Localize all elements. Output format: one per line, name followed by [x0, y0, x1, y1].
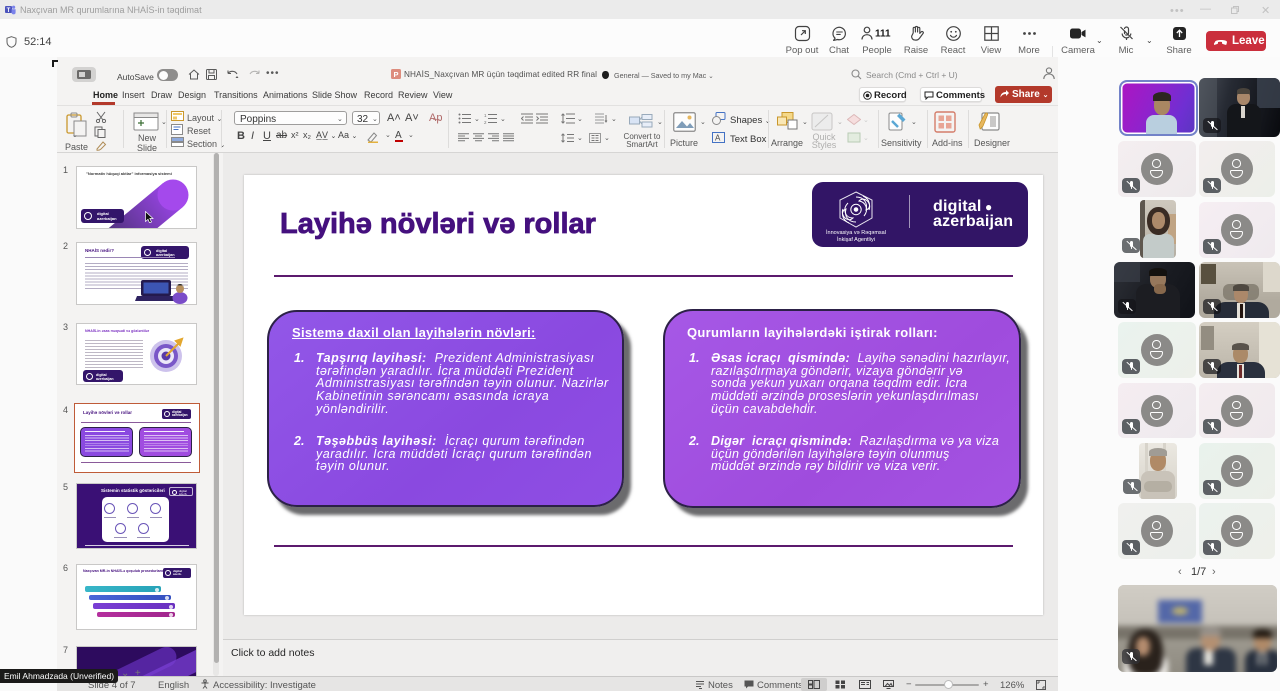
svg-text:T: T: [7, 8, 11, 14]
svg-text:1: 1: [484, 113, 487, 118]
svg-text:2: 2: [484, 120, 487, 124]
svg-text:111: 111: [875, 29, 891, 40]
svg-text:P: P: [393, 70, 398, 79]
svg-text:A: A: [715, 134, 721, 143]
